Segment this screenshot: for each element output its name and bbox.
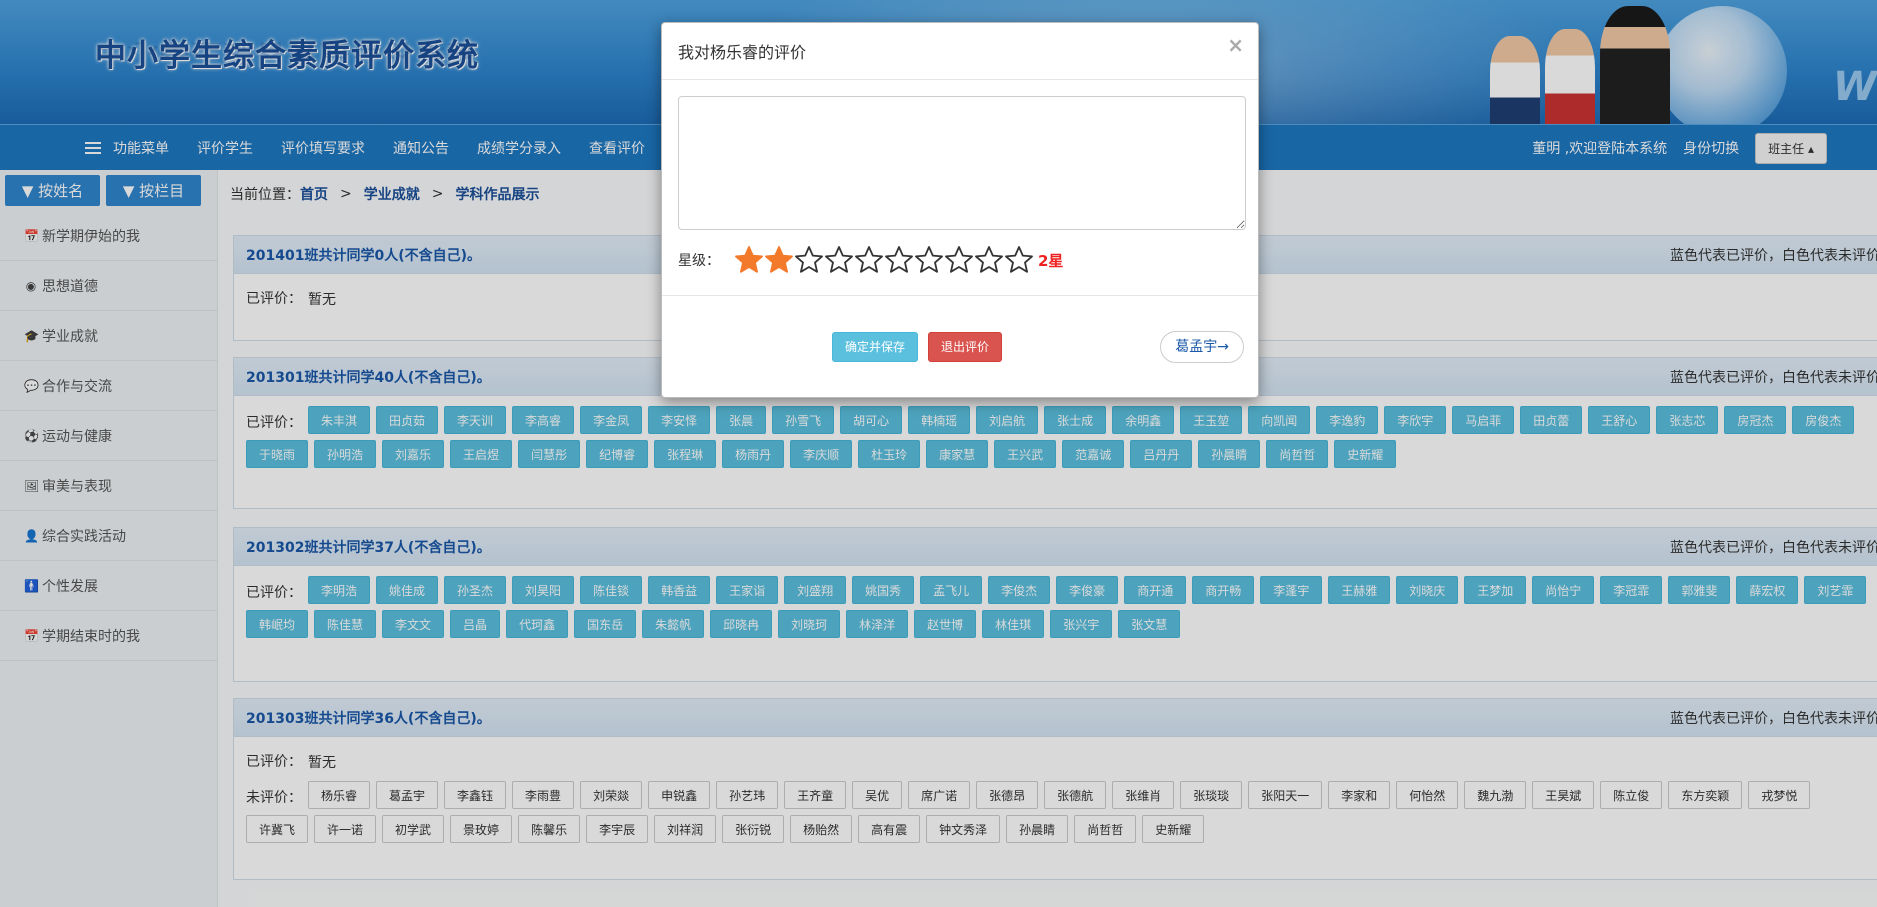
modal-footer: 确定并保存 退出评价 葛孟宇→: [662, 331, 1258, 366]
star-rating: 星级： 2星: [678, 244, 1242, 276]
star-icon[interactable]: [824, 245, 854, 275]
exit-evaluation-button[interactable]: 退出评价: [928, 332, 1003, 362]
modal-header: 我对杨乐睿的评价 ×: [662, 23, 1258, 80]
evaluation-textarea[interactable]: [678, 96, 1246, 230]
star-rating-label: 星级：: [678, 253, 720, 269]
star-icon[interactable]: [854, 245, 884, 275]
star-icon[interactable]: [914, 245, 944, 275]
star-icon[interactable]: [974, 245, 1004, 275]
star-icon[interactable]: [734, 245, 764, 275]
star-icon[interactable]: [944, 245, 974, 275]
close-icon[interactable]: ×: [1227, 33, 1244, 57]
modal-divider: [662, 295, 1258, 296]
star-count-text: 2星: [1038, 251, 1064, 270]
evaluation-modal: 我对杨乐睿的评价 × 星级： 2星 确定并保存 退出评价 葛孟宇→: [661, 22, 1259, 398]
stars-container: [734, 245, 1034, 275]
star-icon[interactable]: [884, 245, 914, 275]
star-icon[interactable]: [764, 245, 794, 275]
star-icon[interactable]: [1004, 245, 1034, 275]
modal-title: 我对杨乐睿的评价: [678, 43, 807, 62]
save-button[interactable]: 确定并保存: [832, 332, 919, 362]
next-student-button[interactable]: 葛孟宇→: [1160, 331, 1244, 363]
star-icon[interactable]: [794, 245, 824, 275]
modal-body: 星级： 2星: [662, 80, 1258, 276]
